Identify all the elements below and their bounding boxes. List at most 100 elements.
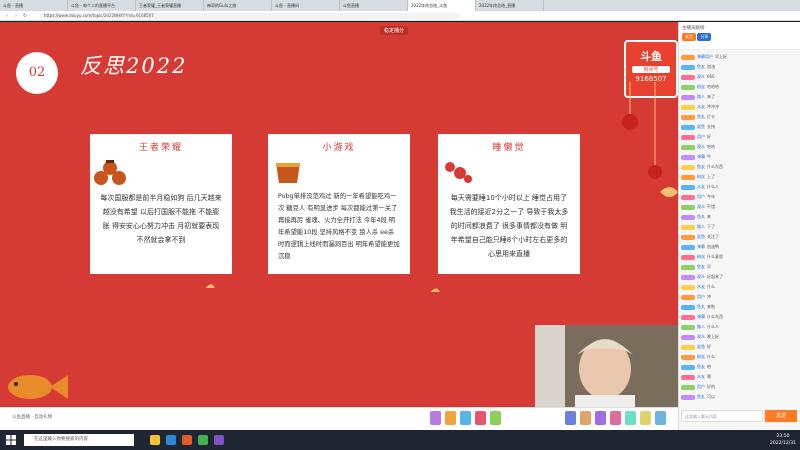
browser-tab-bar: 斗鱼 - 直播 斗鱼 - 每个人的直播平台 王者荣耀_王者荣耀直播 神奇的Gulu之旅… (0, 0, 800, 11)
url-field[interactable]: https://www.douyu.com/topic/2022NHXY?rid… (40, 13, 460, 19)
chat-text: 什么 (707, 354, 715, 359)
browser-icon[interactable] (166, 435, 176, 445)
chat-message: 粉丝 什么意思 (681, 252, 798, 262)
chat-message: 弹幕 加油鸭 (681, 242, 798, 252)
browser-tab[interactable]: 王者荣耀_王者荣耀直播 (136, 0, 204, 11)
chat-username[interactable]: 观众 (697, 72, 705, 82)
cloud-decoration-icon: ☁ (430, 284, 440, 295)
chat-username[interactable]: 水友 (697, 182, 705, 192)
gift-icon[interactable] (595, 411, 606, 425)
chat-input[interactable]: 这里输入聊天内容 (681, 410, 763, 422)
app-icon[interactable] (182, 435, 192, 445)
gift-icon[interactable] (475, 411, 486, 425)
send-button[interactable]: 发送 (765, 410, 797, 422)
gift-bar-label: 斗鱼直播 · 互动礼物 (12, 415, 53, 420)
gift-icon[interactable] (580, 411, 591, 425)
chat-username[interactable]: 鱼丸 (697, 212, 705, 222)
taskbar-search[interactable]: 在这里输入你要搜索的内容 (24, 434, 134, 446)
logo-sub: 房间号 (632, 66, 670, 73)
chat-username[interactable]: 路人 (697, 222, 705, 232)
chat-message: 路人 来了 (681, 92, 798, 102)
gift-icon[interactable] (625, 411, 636, 425)
browser-tab[interactable]: 神奇的Gulu之旅 (204, 0, 272, 11)
chat-username[interactable]: 鱼友 (697, 162, 705, 172)
browser-tab[interactable]: 斗鱼 - 直播 (0, 0, 68, 11)
chat-message: 弹幕牛 (681, 152, 798, 162)
card-honor-of-kings: 王者荣耀 每次国服都是前半月稳如狗 后几天越来越没有希望 以后打国服不能拖 不能… (90, 134, 232, 274)
chat-message: 鱼丸 可以 (681, 392, 798, 402)
file-explorer-icon[interactable] (150, 435, 160, 445)
chat-username[interactable]: 用户 (697, 192, 705, 202)
gift-icon[interactable] (610, 411, 621, 425)
chat-message: 用户 好的 (681, 382, 798, 392)
chat-username[interactable]: 水友 (697, 372, 705, 382)
chat-username[interactable]: 鱼友 (697, 362, 705, 372)
wine-jars-icon (94, 160, 126, 185)
browser-tab[interactable]: 2022年终总结_斗鱼 (408, 0, 476, 11)
chat-username[interactable]: 观众 (697, 272, 705, 282)
gift-icon[interactable] (445, 411, 456, 425)
chat-username[interactable]: 用户 (697, 382, 705, 392)
chat-text: 什么东西 (707, 164, 723, 169)
chat-text: 上了 (707, 174, 715, 179)
gift-icon[interactable] (430, 411, 441, 425)
chat-username[interactable]: 鱼丸 (697, 112, 705, 122)
app-icon[interactable] (198, 435, 208, 445)
chat-message: 粉丝 什么 (681, 352, 798, 362)
browser-tab[interactable]: 斗鱼 - 直播间 (272, 0, 340, 11)
chat-username[interactable]: 水友 (697, 282, 705, 292)
chat-username[interactable]: 观众 (697, 142, 705, 152)
chat-username[interactable]: 弹幕用户 (697, 52, 713, 62)
taskbar-clock: 23:50 2022/12/31 (770, 433, 796, 447)
gift-icon[interactable] (490, 411, 501, 425)
chat-username[interactable]: 路人 (697, 322, 705, 332)
chat-username[interactable]: 弹幕 (697, 152, 705, 162)
chat-username[interactable]: 用户 (697, 292, 705, 302)
chat-username[interactable]: 鲨鱼 (697, 342, 705, 352)
forward-icon[interactable]: › (13, 13, 19, 19)
chat-username[interactable]: 鱼友 (697, 262, 705, 272)
contribution-rank-title: 主播贡献榜 (682, 26, 705, 31)
chat-username[interactable]: 水友 (697, 102, 705, 112)
chat-username[interactable]: 弹幕 (697, 312, 705, 322)
chat-username[interactable]: 观众 (697, 202, 705, 212)
chat-username[interactable]: 鲨鱼 (697, 232, 705, 242)
gift-icon[interactable] (640, 411, 651, 425)
chat-text: 好起来了 (707, 274, 723, 279)
app-icon[interactable] (214, 435, 224, 445)
chat-sidebar: 主播贡献榜 关注 分享 弹幕用户 早上好 鱼友 加油 观众 666 粉丝 哈哈哈 路人 来了 水友冲… (678, 22, 800, 430)
chat-text: 嗯 (707, 374, 711, 379)
follow-button[interactable]: 关注 (682, 33, 696, 41)
section-number: 02 (16, 52, 58, 94)
chat-username[interactable]: 鱼友 (697, 62, 705, 72)
windows-start-icon[interactable] (6, 435, 16, 445)
chat-username[interactable]: 粉丝 (697, 352, 705, 362)
chat-username[interactable]: 鱼丸 (697, 392, 705, 402)
gift-icon[interactable] (565, 411, 576, 425)
chat-username[interactable]: 弹幕 (697, 242, 705, 252)
clock-time: 23:50 (776, 434, 790, 439)
gift-icon[interactable] (460, 411, 471, 425)
gift-icon[interactable] (655, 411, 666, 425)
card-title: 小游戏 (322, 143, 356, 153)
chat-username[interactable]: 路人 (697, 92, 705, 102)
fan-badge-icon (681, 244, 695, 250)
chat-username[interactable]: 粉丝 (697, 252, 705, 262)
card-body: 每天需要睡10个小时以上 睡觉占用了我生活的接近2分之一了 导致于我太多的时间都… (449, 194, 569, 258)
chat-username[interactable]: 粉丝 (697, 82, 705, 92)
browser-tab[interactable]: 斗鱼直播 (340, 0, 408, 11)
refresh-icon[interactable]: ↻ (22, 13, 28, 19)
back-icon[interactable]: ‹ (4, 13, 10, 19)
chat-username[interactable]: 鱼丸 (697, 302, 705, 312)
chat-username[interactable]: 鲨鱼 (697, 122, 705, 132)
chat-username[interactable]: 粉丝 (697, 172, 705, 182)
chat-username[interactable]: 观众 (697, 332, 705, 342)
address-bar-area: ‹ › ↻ https://www.douyu.com/topic/2022NH… (0, 11, 800, 21)
browser-tab[interactable]: 斗鱼 - 每个人的直播平台 (68, 0, 136, 11)
chat-text: 加油 (707, 64, 715, 69)
share-button[interactable]: 分享 (697, 33, 712, 41)
chat-text: 冲 (707, 294, 711, 299)
browser-tab[interactable]: 2022年终总结_直播 (476, 0, 544, 11)
chat-username[interactable]: 用户 (697, 132, 705, 142)
chat-message: 弹幕用户 早上好 (681, 52, 798, 62)
